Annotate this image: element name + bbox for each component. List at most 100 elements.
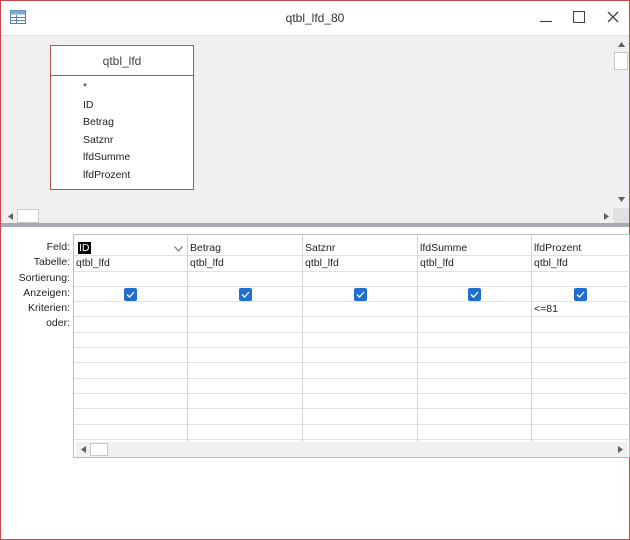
empty-criteria-cell[interactable] (532, 333, 630, 349)
table-cell[interactable]: qtbl_lfd (188, 256, 302, 272)
show-checkbox-cell[interactable] (418, 287, 531, 303)
criteria-cell[interactable] (74, 302, 187, 318)
empty-criteria-cell[interactable] (188, 379, 302, 394)
empty-criteria-cell[interactable] (303, 348, 417, 364)
empty-criteria-cell[interactable] (303, 425, 417, 440)
empty-criteria-cell[interactable] (188, 363, 302, 379)
field-cell[interactable]: Betrag (188, 241, 302, 257)
show-checkbox[interactable] (574, 287, 587, 301)
scroll-right-icon[interactable] (599, 208, 613, 224)
empty-criteria-cell[interactable] (303, 409, 417, 425)
empty-criteria-cell[interactable] (303, 394, 417, 410)
pane-splitter[interactable] (1, 223, 629, 227)
close-button[interactable] (596, 1, 630, 35)
table-pane[interactable]: qtbl_lfd * ID Betrag Satznr lfdSumme lfd… (1, 35, 629, 224)
empty-criteria-cell[interactable] (303, 363, 417, 379)
empty-criteria-cell[interactable] (418, 409, 531, 425)
field-list-item[interactable]: Satznr (51, 132, 193, 150)
empty-criteria-cell[interactable] (418, 425, 531, 440)
field-cell[interactable]: Satznr (303, 241, 417, 257)
empty-criteria-cell[interactable] (418, 348, 531, 364)
table-pane-horizontal-scrollbar[interactable] (3, 208, 613, 224)
title-bar[interactable]: qtbl_lfd_80 (1, 1, 629, 35)
or-cell[interactable] (532, 318, 630, 333)
scroll-right-icon[interactable] (613, 442, 627, 457)
or-cell[interactable] (74, 318, 187, 333)
empty-criteria-cell[interactable] (188, 409, 302, 425)
query-design-grid[interactable]: ID qtbl_lfd Betrag qtbl_lfd Satznr qtbl_lfd lf… (73, 234, 630, 458)
chevron-down-icon[interactable] (173, 243, 184, 254)
criteria-cell[interactable] (303, 302, 417, 318)
empty-criteria-cell[interactable] (74, 348, 187, 364)
empty-criteria-cell[interactable] (532, 425, 630, 440)
maximize-button[interactable] (562, 1, 596, 35)
field-list-item[interactable]: ID (51, 97, 193, 115)
empty-criteria-cell[interactable] (303, 333, 417, 349)
table-cell[interactable]: qtbl_lfd (74, 256, 187, 272)
empty-criteria-cell[interactable] (74, 363, 187, 379)
field-list-item[interactable]: lfdSumme (51, 149, 193, 167)
field-list-item[interactable]: lfdProzent (51, 167, 193, 185)
empty-criteria-cell[interactable] (418, 363, 531, 379)
show-checkbox-cell[interactable] (74, 287, 187, 303)
scroll-up-icon[interactable] (613, 37, 629, 51)
empty-criteria-cell[interactable] (188, 425, 302, 440)
empty-criteria-cell[interactable] (303, 379, 417, 394)
field-cell[interactable]: ID (74, 241, 187, 257)
sort-cell[interactable] (418, 272, 531, 287)
grid-column[interactable]: lfdProzent qtbl_lfd <=81 (532, 235, 630, 442)
empty-criteria-cell[interactable] (418, 394, 531, 410)
empty-criteria-cell[interactable] (532, 363, 630, 379)
empty-criteria-cell[interactable] (532, 394, 630, 410)
show-checkbox[interactable] (468, 287, 481, 301)
horizontal-scroll-thumb[interactable] (90, 443, 108, 456)
empty-criteria-cell[interactable] (532, 409, 630, 425)
show-checkbox[interactable] (124, 287, 137, 301)
empty-criteria-cell[interactable] (74, 425, 187, 440)
field-list-item[interactable]: Betrag (51, 114, 193, 132)
grid-column[interactable]: lfdSumme qtbl_lfd (418, 235, 532, 442)
field-cell[interactable]: lfdSumme (418, 241, 531, 257)
scroll-down-icon[interactable] (613, 192, 629, 206)
horizontal-scroll-thumb[interactable] (17, 209, 39, 223)
sort-cell[interactable] (532, 272, 630, 287)
or-cell[interactable] (418, 318, 531, 333)
sort-cell[interactable] (188, 272, 302, 287)
grid-horizontal-scrollbar[interactable] (76, 442, 627, 457)
grid-column[interactable]: Betrag qtbl_lfd (188, 235, 303, 442)
criteria-cell[interactable] (418, 302, 531, 318)
or-cell[interactable] (303, 318, 417, 333)
field-cell[interactable]: lfdProzent (532, 241, 630, 257)
field-list-box[interactable]: qtbl_lfd * ID Betrag Satznr lfdSumme lfd… (50, 45, 194, 190)
grid-column[interactable]: ID qtbl_lfd (74, 235, 188, 442)
empty-criteria-cell[interactable] (188, 348, 302, 364)
scroll-left-icon[interactable] (76, 442, 90, 457)
sort-cell[interactable] (74, 272, 187, 287)
empty-criteria-cell[interactable] (188, 333, 302, 349)
table-pane-vertical-scrollbar[interactable] (613, 36, 629, 208)
empty-criteria-cell[interactable] (418, 333, 531, 349)
empty-criteria-cell[interactable] (532, 379, 630, 394)
table-cell[interactable]: qtbl_lfd (418, 256, 531, 272)
table-cell[interactable]: qtbl_lfd (303, 256, 417, 272)
show-checkbox[interactable] (354, 287, 367, 301)
empty-criteria-cell[interactable] (532, 348, 630, 364)
field-list-item[interactable]: * (51, 79, 193, 97)
show-checkbox[interactable] (239, 287, 252, 301)
empty-criteria-cell[interactable] (74, 409, 187, 425)
show-checkbox-cell[interactable] (532, 287, 630, 303)
empty-criteria-cell[interactable] (188, 394, 302, 410)
empty-criteria-cell[interactable] (418, 379, 531, 394)
show-checkbox-cell[interactable] (188, 287, 302, 303)
criteria-cell[interactable]: <=81 (532, 302, 630, 318)
vertical-scroll-thumb[interactable] (614, 52, 628, 70)
scroll-left-icon[interactable] (3, 208, 17, 224)
minimize-button[interactable] (529, 1, 563, 35)
show-checkbox-cell[interactable] (303, 287, 417, 303)
table-cell[interactable]: qtbl_lfd (532, 256, 630, 272)
sort-cell[interactable] (303, 272, 417, 287)
empty-criteria-cell[interactable] (74, 379, 187, 394)
empty-criteria-cell[interactable] (74, 333, 187, 349)
empty-criteria-cell[interactable] (74, 394, 187, 410)
grid-column[interactable]: Satznr qtbl_lfd (303, 235, 418, 442)
